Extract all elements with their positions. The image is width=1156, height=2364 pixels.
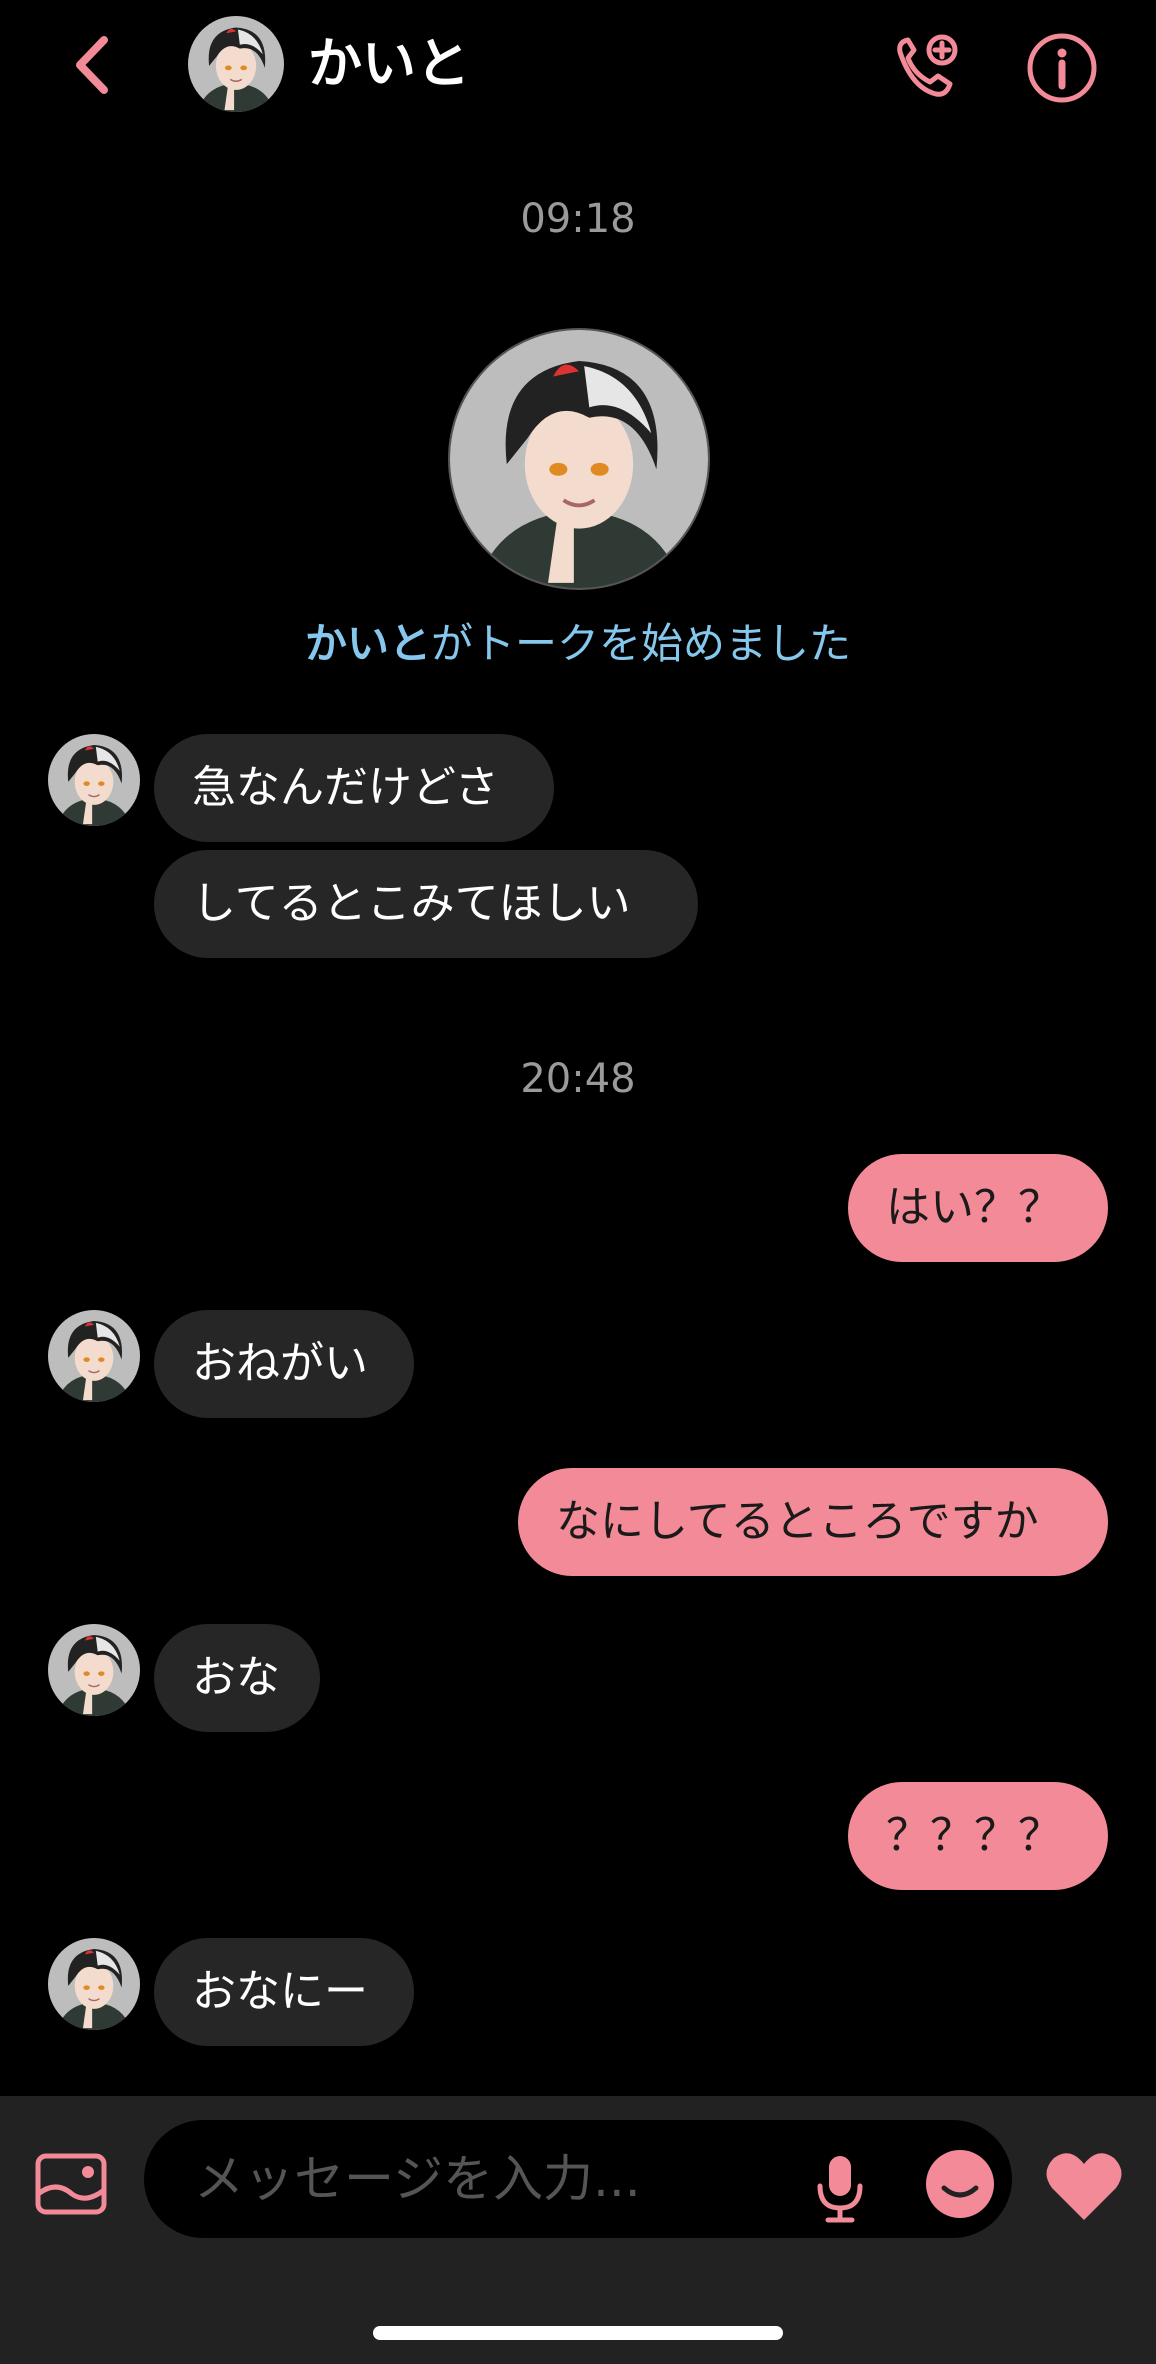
incoming-message[interactable]: おな xyxy=(154,1624,320,1732)
outgoing-message[interactable]: なにしてるところですか xyxy=(518,1468,1108,1576)
back-button[interactable] xyxy=(62,30,122,100)
incoming-message[interactable]: してるとこみてほしい xyxy=(154,850,698,958)
contact-profile-avatar[interactable] xyxy=(448,328,710,590)
started-text: がトークを始めました xyxy=(431,619,852,668)
incoming-message[interactable]: おなにー xyxy=(154,1938,414,2046)
avatar[interactable] xyxy=(48,1310,140,1402)
contact-avatar[interactable] xyxy=(188,16,284,112)
avatar[interactable] xyxy=(48,1624,140,1716)
incoming-message[interactable]: おねがい xyxy=(154,1310,414,1418)
timestamp: 20:48 xyxy=(520,1056,636,1102)
contact-name[interactable]: かいと xyxy=(308,24,470,104)
heart-icon[interactable] xyxy=(1044,2150,1124,2222)
emoji-icon[interactable] xyxy=(924,2148,996,2220)
chevron-left-icon xyxy=(76,36,108,94)
microphone-icon[interactable] xyxy=(812,2152,868,2224)
conversation-started-notice: かいとがトークを始めました xyxy=(0,614,1156,674)
started-contact-name[interactable]: かいと xyxy=(305,619,431,668)
info-icon[interactable] xyxy=(1024,30,1100,106)
avatar[interactable] xyxy=(48,734,140,826)
outgoing-message[interactable]: ？？？？ xyxy=(848,1782,1108,1890)
incoming-message[interactable]: 急なんだけどさ xyxy=(154,734,554,842)
chat-header: かいと xyxy=(0,0,1156,130)
avatar[interactable] xyxy=(48,1938,140,2030)
timestamp: 09:18 xyxy=(520,196,636,242)
outgoing-message[interactable]: はい？？ xyxy=(848,1154,1108,1262)
phone-add-icon[interactable] xyxy=(888,30,964,106)
home-indicator[interactable] xyxy=(373,2326,783,2340)
message-input-placeholder[interactable]: メッセージを入力... xyxy=(194,2148,641,2210)
image-icon[interactable] xyxy=(34,2152,108,2216)
